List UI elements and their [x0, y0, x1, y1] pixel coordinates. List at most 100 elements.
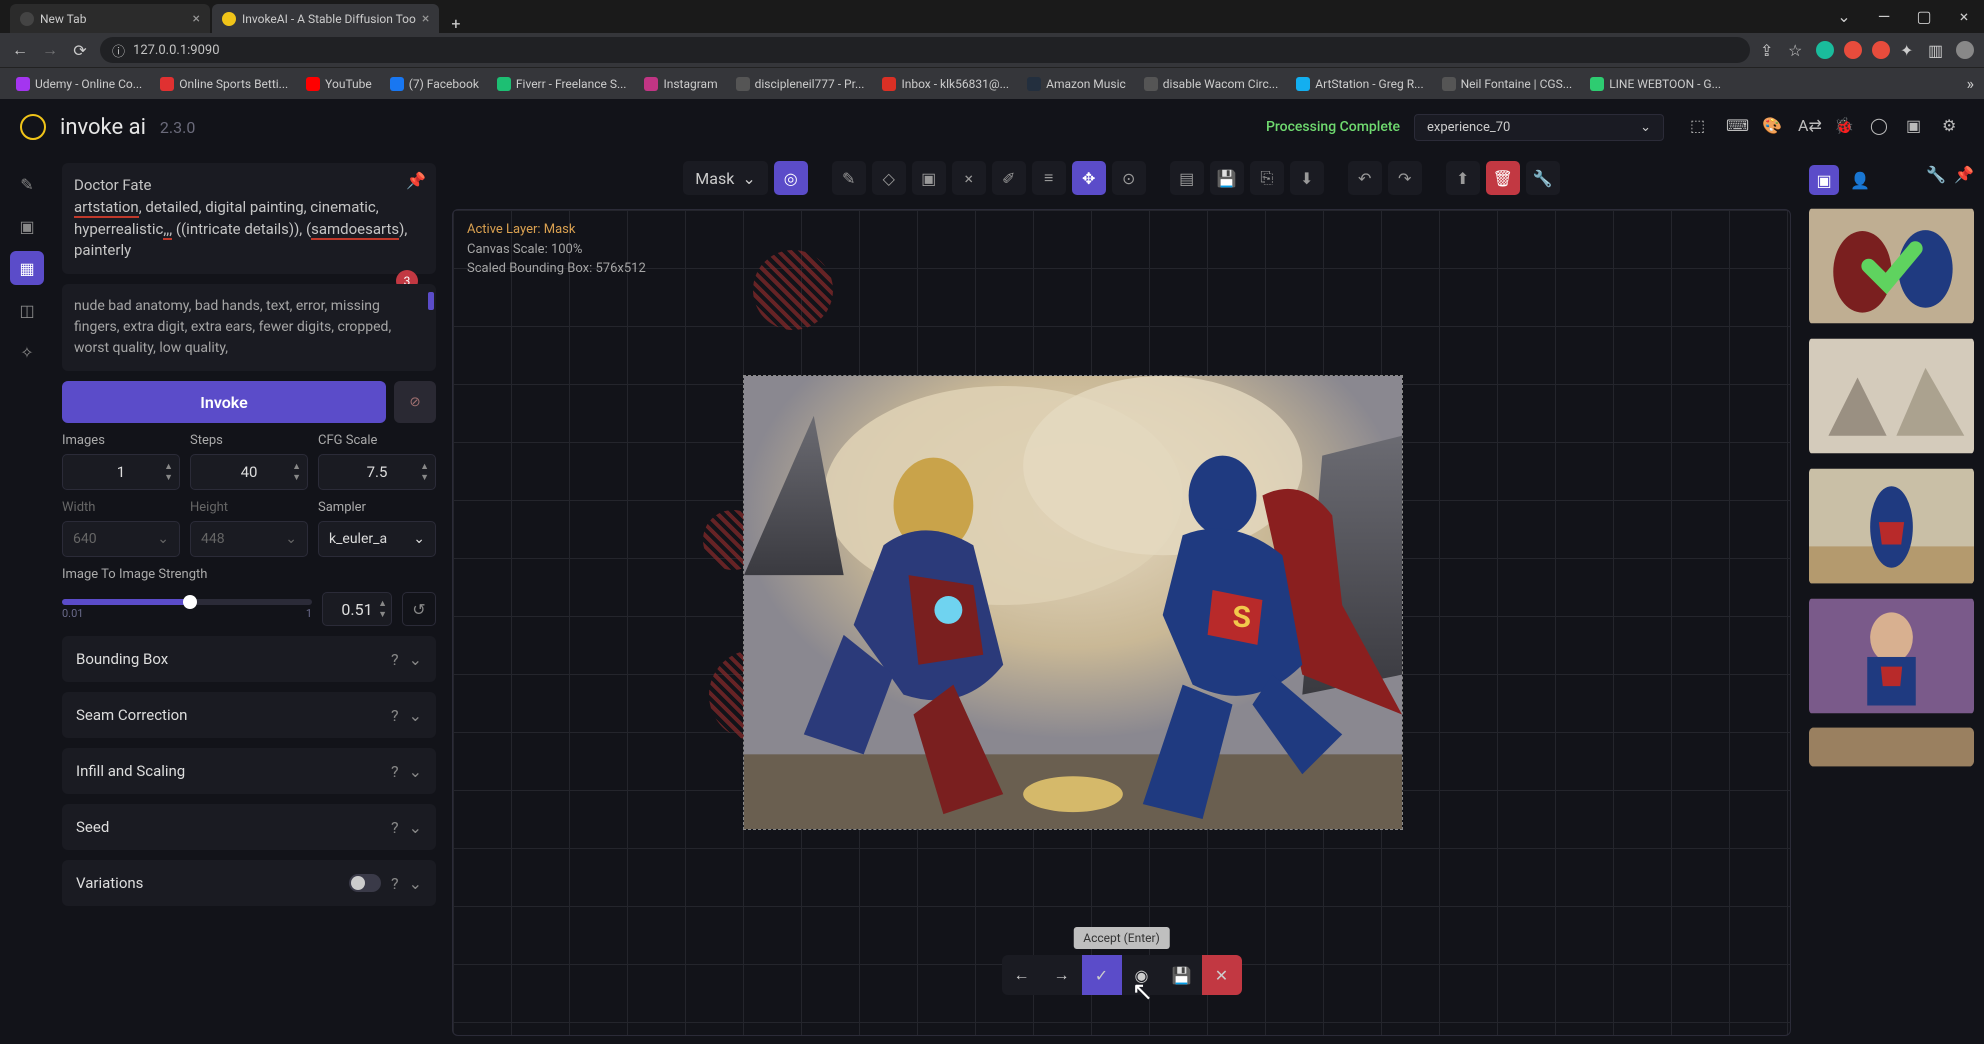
- upload-icon[interactable]: ⬆: [1446, 161, 1480, 195]
- strength-input[interactable]: 0.51▲▼: [322, 592, 392, 626]
- layers-icon[interactable]: ▤: [1170, 161, 1204, 195]
- thumbnail[interactable]: [1809, 467, 1974, 585]
- bookmark[interactable]: Inbox - klk56831@...: [876, 75, 1015, 93]
- thumbnail[interactable]: [1809, 207, 1974, 325]
- bookmark[interactable]: discipleneil777 - Pr...: [730, 75, 871, 93]
- cancel-button[interactable]: ⊘: [394, 381, 436, 423]
- thumbnail[interactable]: [1809, 337, 1974, 455]
- accordion-seed[interactable]: Seed?⌄: [62, 804, 436, 850]
- invoke-button[interactable]: Invoke: [62, 381, 386, 423]
- bookmark[interactable]: Neil Fontaine | CGS...: [1436, 75, 1579, 93]
- star-icon[interactable]: ☆: [1788, 41, 1806, 59]
- fill-icon[interactable]: ▣: [912, 161, 946, 195]
- pin-icon[interactable]: 📌: [1954, 165, 1974, 195]
- settings-icon[interactable]: 🔧: [1526, 161, 1560, 195]
- lines-icon[interactable]: ≡: [1032, 161, 1066, 195]
- cfg-input[interactable]: 7.5▲▼: [318, 454, 436, 490]
- clear-icon[interactable]: ×: [952, 161, 986, 195]
- sampler-select[interactable]: k_euler_a⌄: [318, 521, 436, 557]
- bookmark[interactable]: LINE WEBTOON - G...: [1584, 75, 1727, 93]
- undo-icon[interactable]: ↶: [1348, 161, 1382, 195]
- ext-icon[interactable]: [1816, 41, 1834, 59]
- brush-icon[interactable]: ✎: [832, 161, 866, 195]
- steps-input[interactable]: 40▲▼: [190, 454, 308, 490]
- bookmark[interactable]: Fiverr - Freelance S...: [491, 75, 633, 93]
- close-icon[interactable]: ×: [1944, 0, 1984, 33]
- accordion-infill[interactable]: Infill and Scaling?⌄: [62, 748, 436, 794]
- accordion-seam[interactable]: Seam Correction?⌄: [62, 692, 436, 738]
- bookmark[interactable]: ArtStation - Greg R...: [1290, 75, 1429, 93]
- cube-icon[interactable]: ⬚: [1690, 116, 1712, 138]
- gear-icon[interactable]: ⚙: [1942, 116, 1964, 138]
- url-input[interactable]: ⓘ 127.0.0.1:9090: [100, 37, 1750, 63]
- bookmark[interactable]: disable Wacom Circ...: [1138, 75, 1284, 93]
- bookmark[interactable]: Online Sports Betti...: [154, 75, 294, 93]
- reload-icon[interactable]: ⟳: [70, 40, 90, 60]
- back-icon[interactable]: ←: [10, 40, 30, 60]
- gallery-tab-user[interactable]: 👤: [1845, 165, 1875, 195]
- settings-icon[interactable]: 🔧: [1926, 165, 1946, 195]
- discard-button[interactable]: ✕: [1202, 955, 1242, 995]
- save-icon[interactable]: 💾: [1210, 161, 1244, 195]
- language-icon[interactable]: A⇄: [1798, 116, 1820, 138]
- move-icon[interactable]: ✥: [1072, 161, 1106, 195]
- palette-icon[interactable]: 🎨: [1762, 116, 1784, 138]
- accordion-variations[interactable]: Variations?⌄: [62, 860, 436, 906]
- share-icon[interactable]: ⇪: [1760, 41, 1778, 59]
- variations-toggle[interactable]: [349, 874, 381, 892]
- rail-postprocess[interactable]: ✧: [10, 335, 44, 369]
- ext-icon[interactable]: [1872, 41, 1890, 59]
- chevron-down-icon[interactable]: ⌄: [1824, 0, 1864, 33]
- copy-icon[interactable]: ⎘: [1250, 161, 1284, 195]
- rail-img2img[interactable]: ▣: [10, 209, 44, 243]
- bookmark[interactable]: Udemy - Online Co...: [10, 75, 148, 93]
- layer-select[interactable]: Mask⌄: [683, 161, 767, 195]
- color-icon[interactable]: ✐: [992, 161, 1026, 195]
- avatar-icon[interactable]: [1956, 41, 1974, 59]
- github-icon[interactable]: ◯: [1870, 116, 1892, 138]
- images-input[interactable]: 1▲▼: [62, 454, 180, 490]
- prompt-input[interactable]: 📌 Doctor Fate artstation, detailed, digi…: [62, 163, 436, 274]
- sidepanel-icon[interactable]: ▥: [1928, 41, 1946, 59]
- thumbnail[interactable]: [1809, 597, 1974, 715]
- save-icon[interactable]: 💾: [1162, 955, 1202, 995]
- model-select[interactable]: experience_70⌄: [1414, 114, 1664, 141]
- accordion-bbox[interactable]: Bounding Box?⌄: [62, 636, 436, 682]
- mask-options-icon[interactable]: ◎: [774, 161, 808, 195]
- accept-button[interactable]: ✓: [1082, 955, 1122, 995]
- height-select[interactable]: 448⌄: [190, 521, 308, 557]
- reset-icon[interactable]: ↺: [402, 592, 436, 626]
- gallery-tab-images[interactable]: ▣: [1809, 165, 1839, 195]
- download-icon[interactable]: ⬇: [1290, 161, 1324, 195]
- close-icon[interactable]: ×: [422, 11, 429, 27]
- rail-canvas[interactable]: ▦: [10, 251, 44, 285]
- pin-icon[interactable]: 📌: [406, 171, 426, 190]
- thumbnail[interactable]: [1809, 727, 1974, 767]
- browser-tab[interactable]: New Tab ×: [10, 4, 210, 33]
- width-select[interactable]: 640⌄: [62, 521, 180, 557]
- reset-view-icon[interactable]: ⊙: [1112, 161, 1146, 195]
- bookmark[interactable]: (7) Facebook: [384, 75, 485, 93]
- browser-tab-active[interactable]: InvokeAI - A Stable Diffusion Too ×: [212, 4, 439, 33]
- prev-icon[interactable]: ←: [1002, 955, 1042, 995]
- maximize-icon[interactable]: ▢: [1904, 0, 1944, 33]
- redo-icon[interactable]: ↷: [1388, 161, 1422, 195]
- canvas-viewport[interactable]: Active Layer: Mask Canvas Scale: 100% Sc…: [452, 209, 1791, 1036]
- trash-icon[interactable]: 🗑: [1486, 161, 1520, 195]
- negative-prompt-input[interactable]: nude bad anatomy, bad hands, text, error…: [62, 284, 436, 371]
- eraser-icon[interactable]: ◇: [872, 161, 906, 195]
- minimize-icon[interactable]: —: [1864, 0, 1904, 33]
- next-icon[interactable]: →: [1042, 955, 1082, 995]
- forward-icon[interactable]: →: [40, 40, 60, 60]
- chevron-right-icon[interactable]: »: [1967, 74, 1975, 93]
- close-icon[interactable]: ×: [193, 11, 200, 27]
- bookmark[interactable]: Instagram: [638, 75, 723, 93]
- strength-slider[interactable]: [62, 599, 312, 605]
- new-tab-button[interactable]: +: [441, 14, 470, 33]
- discord-icon[interactable]: ▣: [1906, 116, 1928, 138]
- keyboard-icon[interactable]: ⌨: [1726, 116, 1748, 138]
- extensions-icon[interactable]: ✦: [1900, 41, 1918, 59]
- bookmark[interactable]: Amazon Music: [1021, 75, 1132, 93]
- rail-nodes[interactable]: ◫: [10, 293, 44, 327]
- rail-txt2img[interactable]: ✎: [10, 167, 44, 201]
